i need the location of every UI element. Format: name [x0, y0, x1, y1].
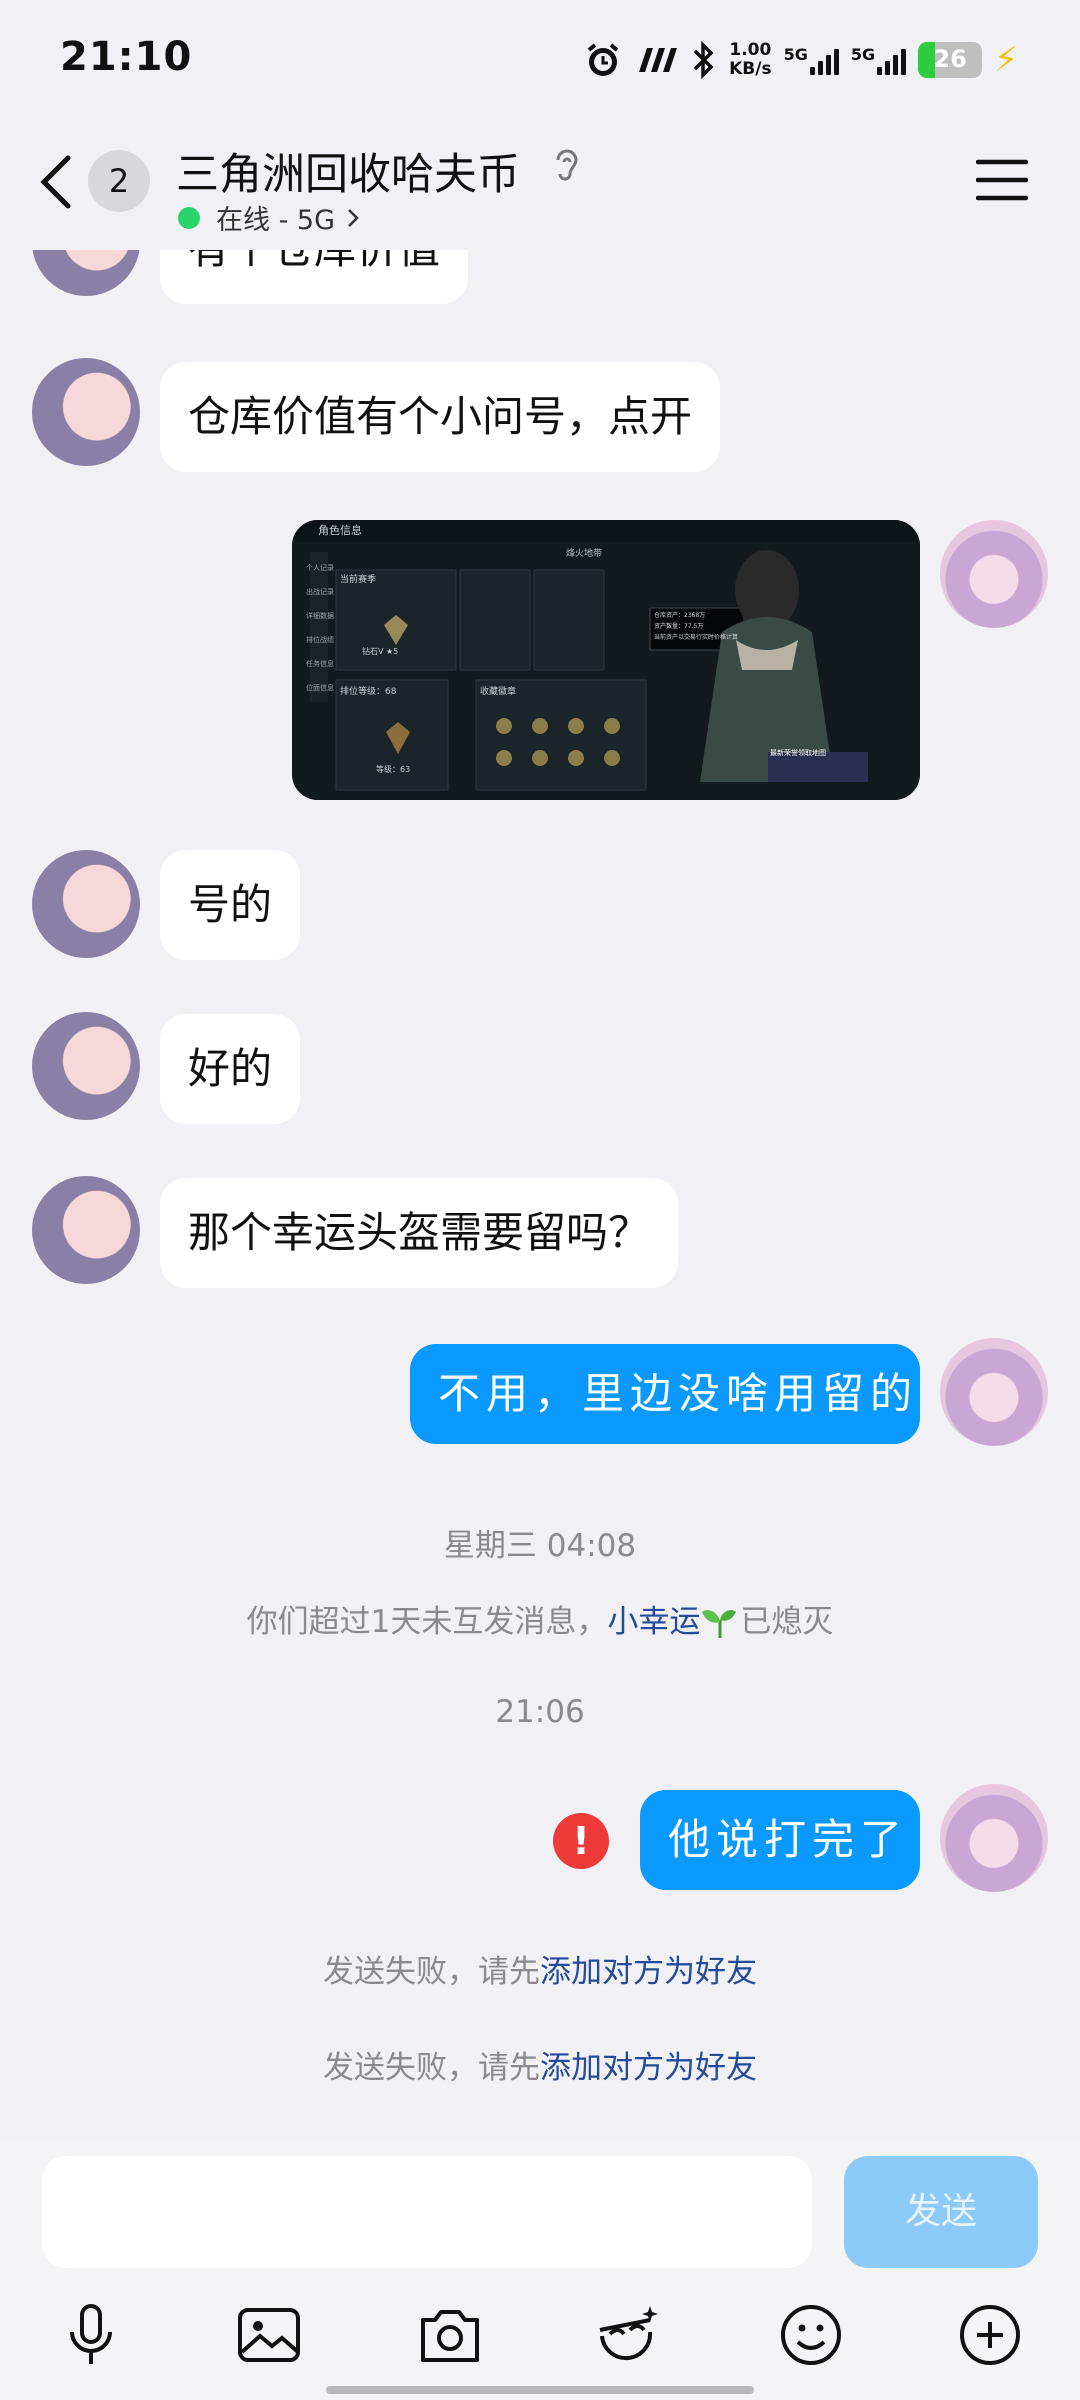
- message-bubble[interactable]: 仓库价值有个小问号，点开: [160, 362, 721, 472]
- send-failed-notice: 发送失败，请先添加对方为好友: [0, 1946, 1080, 1991]
- my-avatar[interactable]: [940, 1784, 1048, 1892]
- bluetooth-icon: [693, 41, 714, 79]
- net-speed-unit: KB/s: [729, 59, 772, 79]
- message-input[interactable]: [42, 2156, 812, 2268]
- screenshot-sidebar: 个人记录 出战记录 详细数据 排位战绩 任务信息 位面信息: [306, 556, 334, 700]
- status-bar: 21:10 1.00 KB/s 5G 5G 26 ⚡: [0, 0, 1080, 120]
- screenshot-sidebar-item: 位面信息: [306, 684, 334, 692]
- message-list[interactable]: 有个仓库价值 仓库价值有个小问号，点开 角色信息 烽火地带: [0, 188, 1080, 2140]
- screenshot-tab: 烽火地带: [565, 549, 602, 559]
- image-message[interactable]: 角色信息 烽火地带 个人记录 出战记录 详细数据 排位战绩 任务信息 位面信息 …: [292, 520, 920, 800]
- screenshot-banner: 最新荣誉领取地图: [770, 749, 826, 757]
- screenshot-sidebar-item: 任务信息: [306, 660, 334, 668]
- signal-icon: [877, 45, 907, 75]
- tooltip-line: 仓库资产：2368万: [654, 612, 706, 619]
- my-avatar[interactable]: [940, 1338, 1048, 1446]
- add-friend-link[interactable]: 添加对方为好友: [540, 2050, 757, 2086]
- send-failed-icon[interactable]: !: [553, 1813, 609, 1869]
- spark-link[interactable]: 小幸运: [607, 1604, 700, 1640]
- online-status[interactable]: 在线 - 5G: [178, 198, 361, 237]
- screenshot-rank: 钻石V ★5: [362, 647, 399, 656]
- screenshot-sidebar-item: 排位战绩: [306, 636, 334, 644]
- chevron-right-icon: [348, 208, 359, 227]
- spark-notice-text: 你们超过1天未互发消息，: [246, 1604, 608, 1640]
- camera-icon[interactable]: [415, 2300, 485, 2370]
- alarm-icon: [587, 43, 619, 76]
- send-button[interactable]: 发送: [844, 2156, 1038, 2268]
- sticker-icon[interactable]: [592, 2300, 662, 2370]
- timestamp: 星期三 04:08: [443, 1528, 637, 1564]
- back-icon[interactable]: [36, 152, 76, 212]
- signal-sim1: 5G: [784, 45, 839, 75]
- avatar[interactable]: [32, 1012, 140, 1120]
- screenshot-level: 等级：63: [376, 765, 411, 774]
- chat-title[interactable]: 三角洲回收哈夫币: [176, 140, 520, 202]
- screenshot-sidebar-item: 出战记录: [306, 588, 334, 596]
- microphone-icon[interactable]: [56, 2300, 126, 2370]
- hd-icon: [639, 48, 678, 72]
- sprout-icon: [702, 1610, 737, 1638]
- emoji-icon[interactable]: [776, 2300, 846, 2370]
- screenshot-tooltip: 仓库资产：2368万 资产数量：77.5万 当前资产以交易行实时价格计算: [654, 610, 738, 643]
- avatar[interactable]: [32, 358, 140, 466]
- spark-notice: 你们超过1天未互发消息，小幸运 已熄灭: [0, 1596, 1080, 1641]
- status-icons: 1.00 KB/s 5G 5G 26 ⚡: [583, 30, 1018, 90]
- message-bubble[interactable]: 好的: [160, 1014, 301, 1124]
- plus-icon[interactable]: [955, 2300, 1025, 2370]
- game-screenshot: [292, 520, 920, 800]
- my-message-bubble[interactable]: 他说打完了: [640, 1790, 920, 1890]
- message-bubble[interactable]: 那个幸运头盔需要留吗？: [160, 1178, 679, 1288]
- signal-icon: [809, 45, 839, 75]
- screenshot-header: 角色信息: [318, 524, 362, 537]
- avatar[interactable]: [32, 1176, 140, 1284]
- home-indicator[interactable]: [326, 2386, 754, 2394]
- send-failed-text: 发送失败，请先: [323, 1954, 540, 1990]
- add-friend-link[interactable]: 添加对方为好友: [540, 1954, 757, 1990]
- my-avatar[interactable]: [940, 520, 1048, 628]
- ear-icon[interactable]: [550, 146, 584, 186]
- tooltip-line: 当前资产以交易行实时价格计算: [654, 634, 739, 641]
- timestamp: 21:06: [495, 1694, 585, 1730]
- screenshot-season: 当前赛季: [340, 575, 377, 585]
- signal-sim2: 5G: [850, 45, 907, 75]
- status-time: 21:10: [60, 34, 193, 80]
- composer-toolbar: [0, 2300, 1080, 2370]
- screenshot-badges: 收藏徽章: [480, 687, 517, 697]
- sim1-label: 5G: [783, 45, 808, 64]
- chat-header: 2 三角洲回收哈夫币 在线 - 5G: [0, 120, 1080, 250]
- menu-icon[interactable]: [976, 158, 1028, 202]
- screenshot-sidebar-item: 详细数据: [306, 612, 334, 620]
- composer: 发送: [0, 2140, 1080, 2400]
- send-failed-notice: 发送失败，请先添加对方为好友: [0, 2042, 1080, 2087]
- message-bubble[interactable]: 号的: [160, 850, 301, 960]
- send-failed-text: 发送失败，请先: [323, 2050, 540, 2086]
- screenshot-sidebar-item: 个人记录: [306, 564, 334, 572]
- charging-icon: ⚡: [994, 40, 1018, 80]
- net-speed: 1.00 KB/s: [729, 41, 771, 79]
- battery-level: 26: [933, 45, 967, 73]
- my-message-bubble[interactable]: 不用，里边没啥用留的: [410, 1344, 920, 1444]
- net-speed-value: 1.00: [729, 40, 772, 60]
- screenshot-rank-level: 排位等级：68: [340, 687, 397, 697]
- avatar[interactable]: [32, 850, 140, 958]
- unread-count-badge[interactable]: 2: [88, 150, 150, 212]
- sim2-label: 5G: [850, 45, 876, 64]
- image-icon[interactable]: [234, 2300, 304, 2370]
- online-dot: [178, 206, 200, 229]
- online-status-text: 在线 - 5G: [216, 205, 336, 236]
- tooltip-line: 资产数量：77.5万: [654, 623, 704, 630]
- spark-notice-suffix: 已熄灭: [740, 1604, 834, 1640]
- battery-icon: 26: [918, 42, 983, 78]
